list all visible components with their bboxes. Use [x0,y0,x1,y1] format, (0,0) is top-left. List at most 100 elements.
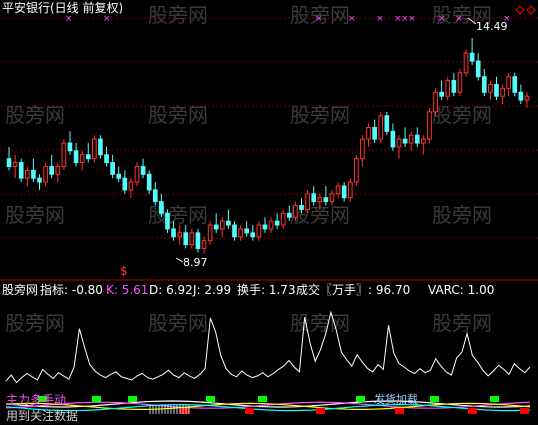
candle-body [524,95,530,101]
candle-body [244,228,250,234]
dollar-marker: $ [120,264,128,278]
candle-body [488,83,493,93]
candle-body [152,189,158,203]
watermark-text: 股旁网 [432,311,492,335]
candle-body [98,138,103,156]
signal-flag [430,396,439,402]
candle-body [256,224,262,238]
candle-body [421,138,426,144]
candle-body [512,76,518,93]
stock-chart-panel: 股旁网 股旁网 股旁网股旁网 股旁网 股旁网 股旁网股旁网 股旁网 股旁网 股旁网股旁网 股旁网股… [0,3,538,414]
candle-body [195,232,201,249]
candle-body [347,181,353,199]
candle-body [293,205,298,218]
candle-body [116,173,122,179]
candle-body [171,228,176,238]
k-value: K: 5.61 [106,283,149,297]
candle-body [134,165,140,183]
candle-body [49,165,55,175]
candle-body [360,138,365,160]
candle-body [61,142,67,167]
candle-body [213,224,219,230]
signal-flag [395,408,404,414]
candle-body [384,115,390,132]
top-marker: × [408,14,416,24]
candle-body [317,197,323,203]
candle-body [305,193,310,210]
candle-body [18,162,24,179]
watermark-text: 股旁网 [5,203,65,227]
signal-flag [468,408,477,414]
candle-body [280,212,286,226]
candle-body [104,154,109,164]
candle-body [165,212,170,230]
candle-body [159,201,164,214]
signal-flag [316,408,325,414]
candle-body [226,220,231,226]
d-value: D: 6.92 [149,283,193,297]
watermark-text: 股旁网 [290,103,350,127]
candle-body [329,193,335,203]
watermark-text: 股旁网 [290,311,350,335]
candle-body [378,115,384,140]
candle-body [262,224,268,230]
candle-body [390,130,396,148]
candle-body [85,154,91,160]
candle-body [73,150,79,164]
price-grid [0,5,538,281]
candle-body [37,177,42,183]
candle-body [299,205,304,210]
j-value: J: 2.99 [193,283,232,297]
candle-body [408,134,414,144]
chengjiao-value: 成交〖万手〗: 96.70 [296,283,411,297]
candle-body [451,80,457,93]
candle-body [500,87,505,97]
candle-body [341,185,347,199]
watermark-text: 股旁网 [5,103,65,127]
signal-flag [92,396,101,402]
candle-body [469,52,475,62]
zhibiao-value: 指标: -0.80 [40,283,103,297]
watermark-text: 股旁网 [148,203,208,227]
candle-body [457,72,463,93]
candle-body [481,76,487,93]
indicator-bottom-label-2: 用到关注数据 [6,409,79,423]
signal-flag [356,396,365,402]
candle-body [475,60,481,78]
candle-body [177,232,182,238]
candle-body [323,197,329,203]
high-price-label: 14.49 [476,20,508,33]
signal-flag [490,396,499,402]
candle-body [445,80,451,97]
candle-body [92,138,97,160]
candle-body [494,83,499,97]
candle-body [207,224,213,242]
candle-body [219,220,225,230]
candle-body [250,232,256,238]
watermark-text: 股旁网 [148,3,208,27]
candle-body [146,173,152,191]
candle-body [311,193,317,203]
indicator-bottom-label: 主力多手动 [6,393,67,407]
candle-body [427,111,432,140]
low-price-label: 8.97 [183,256,208,269]
diamond-icon [515,5,525,15]
candle-body [335,185,341,195]
candle-body [463,52,469,74]
top-marker: × [376,14,384,24]
candle-body [396,138,402,148]
watermark-text: 股旁网 [5,311,65,335]
candle-body [110,162,115,175]
candle-body [433,91,438,113]
candle-body [128,181,134,191]
candle-body [286,212,292,218]
indicator-label: 股旁网 [2,283,39,297]
top-marker: × [315,14,323,24]
candle-body [268,220,274,230]
top-marker: × [455,14,463,24]
top-marker: × [348,14,356,24]
top-marker: × [103,14,111,24]
candle-body [183,232,189,246]
candle-body [366,126,371,140]
signal-flag [520,408,529,414]
